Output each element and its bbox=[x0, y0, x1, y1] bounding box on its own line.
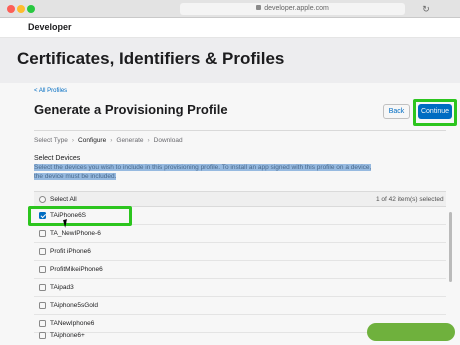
zoom-window-icon[interactable] bbox=[27, 5, 35, 13]
device-row[interactable]: TAiphone5sGold bbox=[34, 297, 446, 315]
device-row[interactable]: Profit iPhone6 bbox=[34, 243, 446, 261]
device-checkbox[interactable] bbox=[39, 230, 46, 237]
step-breadcrumb: Select Type › Configure › Generate › Download bbox=[34, 137, 183, 144]
select-devices-description: Select the devices you wish to include i… bbox=[34, 164, 372, 180]
device-checkbox[interactable] bbox=[39, 302, 46, 309]
close-window-icon[interactable] bbox=[7, 5, 15, 13]
selected-device-highlight bbox=[28, 206, 132, 226]
step-generate: Generate bbox=[116, 137, 144, 144]
device-row[interactable]: TA_NewIPhone-6 bbox=[34, 225, 446, 243]
step-select-type: Select Type bbox=[34, 137, 68, 144]
select-devices-label: Select Devices bbox=[34, 155, 81, 162]
lock-icon bbox=[256, 4, 262, 10]
continue-button[interactable]: Continue bbox=[418, 104, 452, 119]
device-checkbox[interactable] bbox=[39, 332, 46, 339]
device-checkbox[interactable] bbox=[39, 266, 46, 273]
step-configure: Configure bbox=[78, 137, 107, 144]
device-checkbox[interactable] bbox=[39, 248, 46, 255]
all-profiles-link[interactable]: < All Profiles bbox=[34, 88, 67, 94]
url-text: developer.apple.com bbox=[264, 5, 329, 12]
watermark-logo bbox=[367, 323, 455, 341]
page-title: Certificates, Identifiers & Profiles bbox=[17, 49, 285, 68]
device-row[interactable]: ProfitMikeiPhone6 bbox=[34, 261, 446, 279]
device-label: Profit iPhone6 bbox=[50, 248, 91, 255]
divider bbox=[34, 130, 446, 131]
step-download: Download bbox=[153, 137, 183, 144]
select-all-label[interactable]: Select All bbox=[50, 196, 77, 203]
device-label: TA_NewIPhone-6 bbox=[50, 230, 101, 237]
device-checkbox[interactable] bbox=[39, 284, 46, 291]
device-label: TANewIphone6 bbox=[50, 320, 95, 327]
list-scrollbar[interactable] bbox=[449, 212, 452, 282]
reload-icon[interactable]: ↻ bbox=[420, 3, 432, 15]
developer-brand[interactable]: Developer bbox=[28, 22, 72, 32]
minimize-window-icon[interactable] bbox=[17, 5, 25, 13]
device-label: TAiphone5sGold bbox=[50, 302, 98, 309]
select-all-checkbox[interactable] bbox=[39, 196, 46, 203]
address-bar[interactable]: developer.apple.com bbox=[180, 3, 405, 15]
selection-count: 1 of 42 item(s) selected bbox=[376, 196, 444, 203]
device-label: TAiphone6+ bbox=[50, 332, 85, 339]
browser-toolbar: developer.apple.com ↻ bbox=[0, 0, 460, 18]
device-label: TAipad3 bbox=[50, 284, 74, 291]
device-label: ProfitMikeiPhone6 bbox=[50, 266, 103, 273]
back-button[interactable]: Back bbox=[383, 104, 410, 119]
device-row[interactable]: TAipad3 bbox=[34, 279, 446, 297]
section-title: Generate a Provisioning Profile bbox=[34, 102, 228, 117]
device-checkbox[interactable] bbox=[39, 320, 46, 327]
developer-header: Developer bbox=[0, 18, 460, 38]
